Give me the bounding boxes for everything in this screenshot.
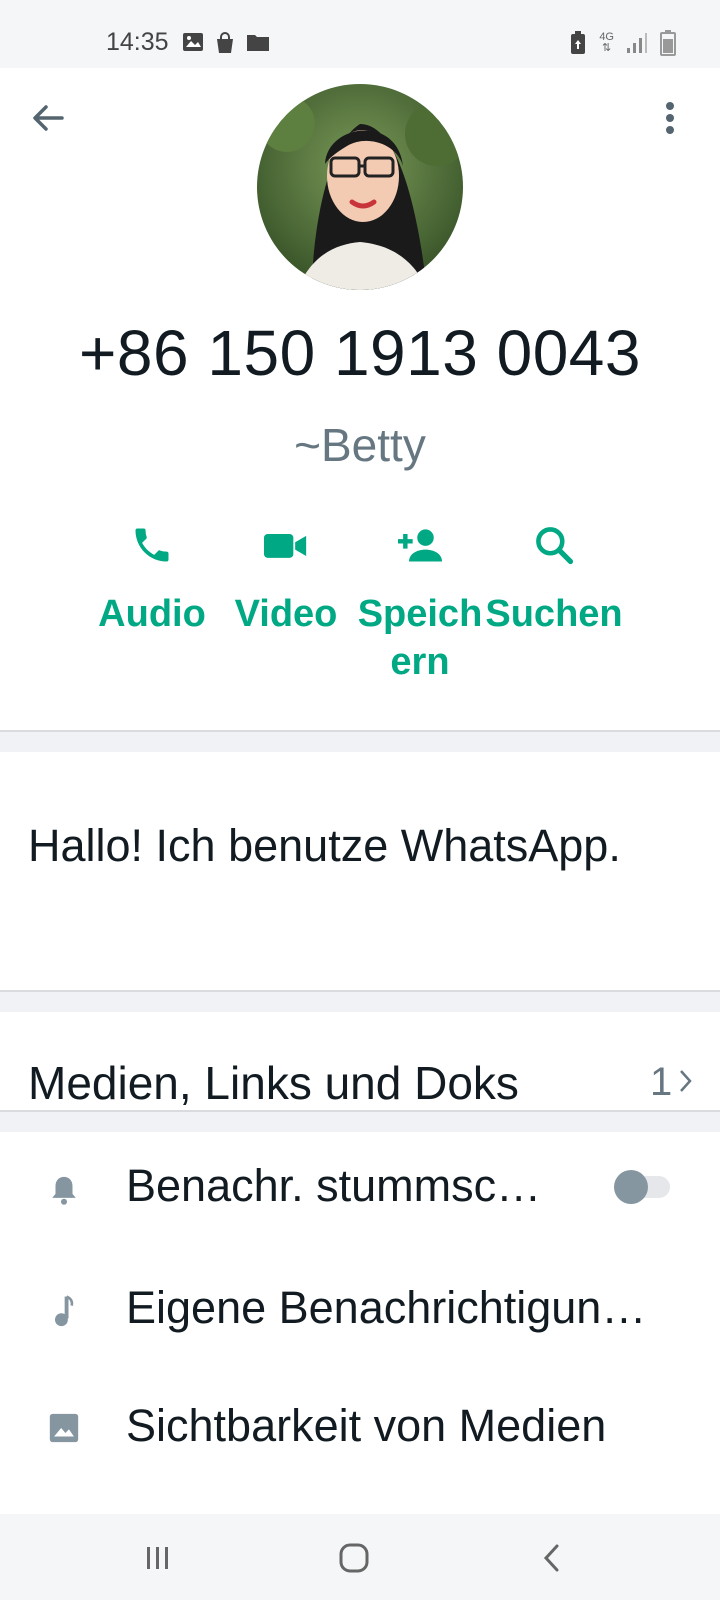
phone-icon bbox=[135, 528, 169, 562]
bell-icon bbox=[52, 1176, 76, 1205]
media-count: 1 bbox=[650, 1060, 673, 1104]
custom-notifications-row[interactable]: Eigene Benachrichtigun… bbox=[0, 1274, 720, 1384]
settings-list: Benachr. stummsc… Eigene Benachrichtigun… bbox=[0, 1152, 720, 1514]
chevron-left-icon bbox=[543, 1544, 559, 1572]
battery-saver-icon bbox=[571, 31, 586, 54]
signal-icon bbox=[627, 33, 647, 53]
setting-icon-wrap bbox=[44, 1292, 84, 1332]
contact-header: +86 150 1913 0043 ~Betty Audio Video Spe… bbox=[0, 68, 720, 748]
search-button[interactable]: Suchen bbox=[484, 518, 624, 638]
audio-call-button[interactable]: Audio bbox=[82, 518, 222, 638]
add-person-icon bbox=[398, 529, 442, 562]
network-arrows: ⇅ bbox=[602, 42, 612, 54]
recent-apps-icon bbox=[147, 1547, 168, 1569]
back-button[interactable] bbox=[28, 98, 68, 138]
shopping-bag-icon bbox=[217, 32, 233, 53]
arrow-left-icon bbox=[33, 105, 64, 131]
more-vertical-icon bbox=[666, 102, 674, 134]
setting-icon-wrap bbox=[44, 1170, 84, 1210]
video-call-button[interactable]: Video bbox=[216, 518, 356, 638]
section-divider bbox=[0, 1110, 720, 1132]
folder-icon bbox=[247, 35, 269, 51]
save-contact-label: Speichern bbox=[357, 593, 483, 683]
status-right-icons: 4G ⇅ bbox=[569, 30, 676, 56]
toggle-thumb bbox=[614, 1170, 648, 1204]
setting-icon-wrap bbox=[44, 1408, 84, 1448]
custom-notifications-label: Eigene Benachrichtigun… bbox=[126, 1282, 647, 1333]
media-visibility-label: Sichtbarkeit von Medien bbox=[126, 1400, 607, 1451]
back-nav-button[interactable] bbox=[532, 1538, 572, 1578]
contact-phone-number: +86 150 1913 0043 bbox=[79, 317, 641, 389]
music-note-icon bbox=[55, 1295, 74, 1327]
status-time: 14:35 bbox=[106, 28, 169, 56]
video-camera-icon bbox=[264, 534, 307, 558]
battery-icon bbox=[660, 30, 676, 56]
action-icon-wrap bbox=[350, 520, 490, 570]
video-call-label: Video bbox=[234, 593, 338, 635]
action-icon-wrap bbox=[82, 520, 222, 570]
audio-call-label: Audio bbox=[98, 593, 206, 635]
about-section[interactable]: Hallo! Ich benutze WhatsApp. bbox=[0, 766, 720, 1008]
home-button[interactable] bbox=[334, 1538, 374, 1578]
save-contact-button[interactable]: Speichern bbox=[350, 518, 490, 686]
network-4g-icon: 4G ⇅ bbox=[599, 32, 614, 54]
contact-push-name: ~Betty bbox=[294, 419, 426, 471]
chevron-right-icon bbox=[680, 1070, 692, 1092]
status-left-icons bbox=[182, 32, 270, 54]
action-buttons: Audio Video Speichern Suchen bbox=[0, 518, 720, 718]
media-links-docs-label: Medien, Links und Doks bbox=[28, 1057, 519, 1109]
section-divider bbox=[0, 990, 720, 1012]
system-navigation-bar bbox=[0, 1514, 720, 1600]
search-label: Suchen bbox=[485, 593, 623, 635]
action-icon-wrap bbox=[216, 520, 356, 570]
recent-apps-button[interactable] bbox=[138, 1538, 178, 1578]
contact-avatar[interactable] bbox=[257, 84, 463, 290]
more-options-button[interactable] bbox=[660, 98, 680, 138]
status-bar: 14:35 4G ⇅ bbox=[0, 0, 720, 68]
home-icon bbox=[339, 1543, 369, 1573]
avatar-photo bbox=[257, 84, 463, 290]
mute-notifications-row[interactable]: Benachr. stummsc… bbox=[0, 1152, 720, 1262]
mute-notifications-toggle[interactable] bbox=[614, 1170, 674, 1204]
image-icon bbox=[183, 33, 203, 51]
mute-notifications-label: Benachr. stummsc… bbox=[126, 1160, 542, 1211]
about-text: Hallo! Ich benutze WhatsApp. bbox=[28, 820, 621, 871]
section-divider bbox=[0, 730, 720, 752]
action-icon-wrap bbox=[484, 520, 624, 570]
search-icon bbox=[536, 527, 574, 565]
image-icon bbox=[49, 1413, 79, 1443]
media-visibility-row[interactable]: Sichtbarkeit von Medien bbox=[0, 1396, 720, 1506]
